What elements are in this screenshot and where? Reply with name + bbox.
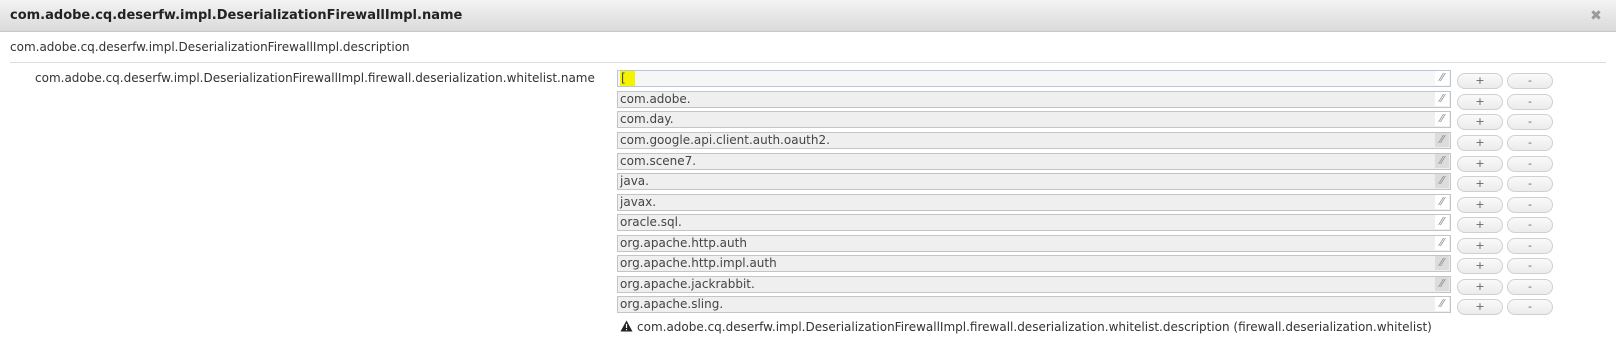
whitelist-row: [ ⁄⁄ + -: [617, 70, 1557, 89]
whitelist-value-input[interactable]: [: [617, 70, 1451, 87]
add-value-button[interactable]: +: [1457, 258, 1503, 274]
whitelist-row: oracle.sql. ⁄⁄ + -: [617, 214, 1557, 233]
remove-value-button[interactable]: -: [1507, 135, 1553, 151]
resize-grip-icon[interactable]: ⁄⁄: [1435, 174, 1449, 188]
whitelist-row: javax. ⁄⁄ + -: [617, 194, 1557, 213]
add-value-button[interactable]: +: [1457, 135, 1503, 151]
add-value-button[interactable]: +: [1457, 238, 1503, 254]
whitelist-row: java. ⁄⁄ + -: [617, 173, 1557, 192]
add-value-button[interactable]: +: [1457, 197, 1503, 213]
whitelist-value-input[interactable]: com.day.: [617, 111, 1451, 128]
whitelist-row: com.day. ⁄⁄ + -: [617, 111, 1557, 130]
whitelist-row: org.apache.http.impl.auth ⁄⁄ + -: [617, 255, 1557, 274]
remove-value-button[interactable]: -: [1507, 94, 1553, 110]
remove-value-button[interactable]: -: [1507, 114, 1553, 130]
whitelist-field-label: com.adobe.cq.deserfw.impl.Deserializatio…: [35, 71, 595, 85]
resize-grip-icon[interactable]: ⁄⁄: [1435, 154, 1449, 168]
whitelist-row: org.apache.jackrabbit. ⁄⁄ + -: [617, 276, 1557, 295]
whitelist-value-input[interactable]: java.: [617, 173, 1451, 190]
add-value-button[interactable]: +: [1457, 176, 1503, 192]
whitelist-row: org.apache.sling. ⁄⁄ + -: [617, 296, 1557, 315]
resize-grip-icon[interactable]: ⁄⁄: [1435, 277, 1449, 291]
close-icon[interactable]: ✖: [1588, 8, 1604, 24]
warning-icon: [620, 320, 633, 332]
remove-value-button[interactable]: -: [1507, 217, 1553, 233]
remove-value-button[interactable]: -: [1507, 238, 1553, 254]
whitelist-row: org.apache.http.auth ⁄⁄ + -: [617, 235, 1557, 254]
remove-value-button[interactable]: -: [1507, 156, 1553, 172]
add-value-button[interactable]: +: [1457, 94, 1503, 110]
divider: [10, 62, 1606, 63]
remove-value-button[interactable]: -: [1507, 279, 1553, 295]
whitelist-value-input[interactable]: oracle.sql.: [617, 214, 1451, 231]
add-value-button[interactable]: +: [1457, 299, 1503, 315]
whitelist-row: com.scene7. ⁄⁄ + -: [617, 153, 1557, 172]
resize-grip-icon[interactable]: ⁄⁄: [1435, 297, 1449, 311]
add-value-button[interactable]: +: [1457, 156, 1503, 172]
whitelist-value-input[interactable]: com.adobe.: [617, 91, 1451, 108]
resize-grip-icon[interactable]: ⁄⁄: [1435, 133, 1449, 147]
dialog-title-bar: com.adobe.cq.deserfw.impl.Deserializatio…: [0, 0, 1616, 32]
whitelist-value-input[interactable]: javax.: [617, 194, 1451, 211]
remove-value-button[interactable]: -: [1507, 258, 1553, 274]
resize-grip-icon[interactable]: ⁄⁄: [1435, 92, 1449, 106]
whitelist-value-input[interactable]: org.apache.sling.: [617, 296, 1451, 313]
field-help: com.adobe.cq.deserfw.impl.Deserializatio…: [620, 320, 1432, 334]
highlighted-text: [: [620, 71, 635, 86]
remove-value-button[interactable]: -: [1507, 197, 1553, 213]
remove-value-button[interactable]: -: [1507, 176, 1553, 192]
whitelist-value-input[interactable]: org.apache.http.impl.auth: [617, 255, 1451, 272]
whitelist-value-input[interactable]: org.apache.http.auth: [617, 235, 1451, 252]
resize-grip-icon[interactable]: ⁄⁄: [1435, 215, 1449, 229]
resize-grip-icon[interactable]: ⁄⁄: [1435, 195, 1449, 209]
resize-grip-icon[interactable]: ⁄⁄: [1435, 112, 1449, 126]
whitelist-row: com.google.api.client.auth.oauth2. ⁄⁄ + …: [617, 132, 1557, 151]
remove-value-button[interactable]: -: [1507, 299, 1553, 315]
whitelist-value-input[interactable]: org.apache.jackrabbit.: [617, 276, 1451, 293]
remove-value-button[interactable]: -: [1507, 73, 1553, 89]
whitelist-value-input[interactable]: com.scene7.: [617, 153, 1451, 170]
add-value-button[interactable]: +: [1457, 279, 1503, 295]
dialog-description: com.adobe.cq.deserfw.impl.Deserializatio…: [10, 40, 410, 54]
add-value-button[interactable]: +: [1457, 114, 1503, 130]
resize-grip-icon[interactable]: ⁄⁄: [1435, 236, 1449, 250]
add-value-button[interactable]: +: [1457, 73, 1503, 89]
resize-grip-icon[interactable]: ⁄⁄: [1435, 256, 1449, 270]
dialog-title: com.adobe.cq.deserfw.impl.Deserializatio…: [10, 8, 463, 23]
whitelist-row: com.adobe. ⁄⁄ + -: [617, 91, 1557, 110]
whitelist-value-input[interactable]: com.google.api.client.auth.oauth2.: [617, 132, 1451, 149]
field-help-text: com.adobe.cq.deserfw.impl.Deserializatio…: [637, 320, 1432, 334]
resize-grip-icon[interactable]: ⁄⁄: [1435, 71, 1449, 85]
add-value-button[interactable]: +: [1457, 217, 1503, 233]
